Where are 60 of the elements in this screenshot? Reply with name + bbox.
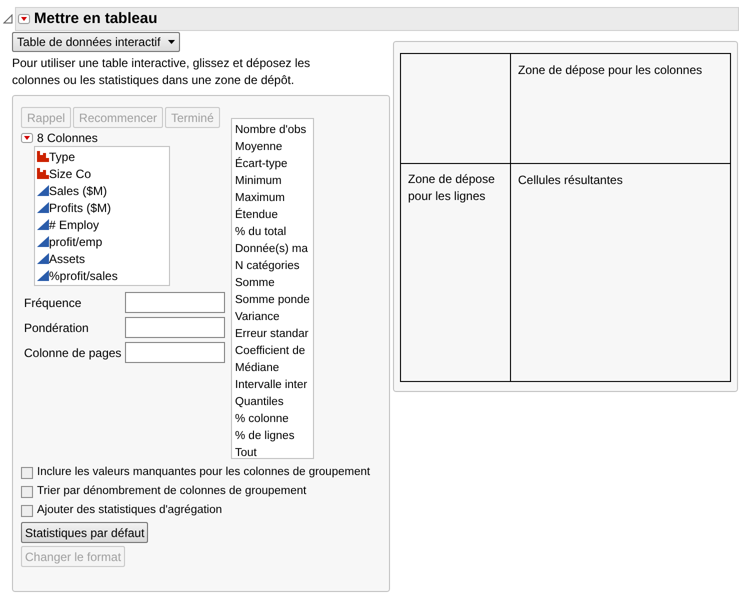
triangle-icon bbox=[37, 219, 49, 230]
statistic-item[interactable]: Médiane bbox=[232, 360, 313, 377]
statistic-item[interactable]: Minimum bbox=[232, 173, 313, 190]
option-label: Ajouter des statistiques d'agrégation bbox=[37, 502, 222, 518]
bar-chart-icon bbox=[37, 151, 49, 162]
statistic-item[interactable]: Quantiles bbox=[232, 394, 313, 411]
collapse-icon[interactable] bbox=[3, 14, 13, 24]
field-label: Colonne de pages bbox=[24, 344, 122, 362]
triangle-icon bbox=[37, 185, 49, 196]
bar-chart-icon bbox=[37, 168, 49, 179]
statistic-item[interactable]: % du total bbox=[232, 224, 313, 241]
role-field[interactable] bbox=[125, 342, 225, 363]
mode-dropdown[interactable]: Table de données interactif bbox=[12, 32, 180, 52]
role-field[interactable] bbox=[125, 317, 225, 338]
role-field[interactable] bbox=[125, 292, 225, 313]
column-item[interactable]: Sales ($M) bbox=[35, 182, 169, 199]
triangle-icon bbox=[37, 253, 49, 264]
caret-icon bbox=[168, 40, 176, 44]
action-button[interactable]: Statistiques par défaut bbox=[21, 522, 148, 543]
statistic-item[interactable]: Écart-type bbox=[232, 156, 313, 173]
column-item[interactable]: %profit/sales bbox=[35, 267, 169, 284]
checkbox[interactable] bbox=[21, 486, 33, 498]
option-label: Trier par dénombrement de colonnes de groupement bbox=[37, 484, 306, 499]
report-title: Mettre en tableau bbox=[34, 8, 158, 29]
triangle-icon bbox=[37, 236, 49, 247]
statistic-item[interactable]: Coefficient de bbox=[232, 343, 313, 360]
statistic-item[interactable]: Moyenne bbox=[232, 139, 313, 156]
statistic-item[interactable]: Tout bbox=[232, 445, 313, 462]
checkbox[interactable] bbox=[21, 504, 33, 516]
field-label: Fréquence bbox=[24, 294, 82, 312]
column-item[interactable]: Assets bbox=[35, 250, 169, 267]
column-item[interactable]: Type bbox=[35, 148, 169, 165]
column-item[interactable]: Profits ($M) bbox=[35, 199, 169, 216]
columns-header: 8 Colonnes bbox=[37, 130, 98, 147]
menu-icon[interactable] bbox=[18, 14, 30, 24]
field-label: Pondération bbox=[24, 320, 90, 336]
statistic-item[interactable]: Erreur standar bbox=[232, 326, 313, 343]
statistic-item[interactable]: Donnée(s) ma bbox=[232, 241, 313, 258]
statistic-item[interactable]: Somme bbox=[232, 275, 313, 292]
statistic-item[interactable]: N catégories bbox=[232, 258, 313, 275]
column-item[interactable]: # Employ bbox=[35, 216, 169, 233]
triangle-icon bbox=[37, 270, 49, 281]
statistic-item[interactable]: Somme ponde bbox=[232, 292, 313, 309]
column-item[interactable]: profit/emp bbox=[35, 233, 169, 250]
statistic-item[interactable]: Intervalle inter bbox=[232, 377, 313, 394]
dropdown-icon[interactable] bbox=[21, 133, 33, 143]
checkbox[interactable] bbox=[21, 466, 33, 478]
statistic-item[interactable]: Étendue bbox=[232, 207, 313, 224]
statistic-item[interactable]: % de lignes bbox=[232, 428, 313, 445]
statistic-item[interactable]: % colonne bbox=[232, 411, 313, 428]
statistic-item[interactable]: Nombre d'obs bbox=[232, 122, 313, 139]
row-drop-zone[interactable]: Zone de dépose pour les lignes bbox=[401, 164, 511, 381]
triangle-icon bbox=[37, 202, 49, 213]
statistic-item[interactable]: Maximum bbox=[232, 190, 313, 207]
instructions-text: Pour utiliser une table interactive, glissez et déposez les colonnes ou les statistiques dans une zone de dépôt. bbox=[12, 55, 312, 89]
statistic-item[interactable]: Variance bbox=[232, 309, 313, 326]
column-item[interactable]: Size Co bbox=[35, 165, 169, 182]
column-drop-zone[interactable]: Zone de dépose pour les colonnes bbox=[511, 54, 730, 164]
option-label: Inclure les valeurs manquantes pour les colonnes de groupement bbox=[37, 464, 370, 480]
results-zone: Cellules résultantes bbox=[517, 172, 624, 189]
